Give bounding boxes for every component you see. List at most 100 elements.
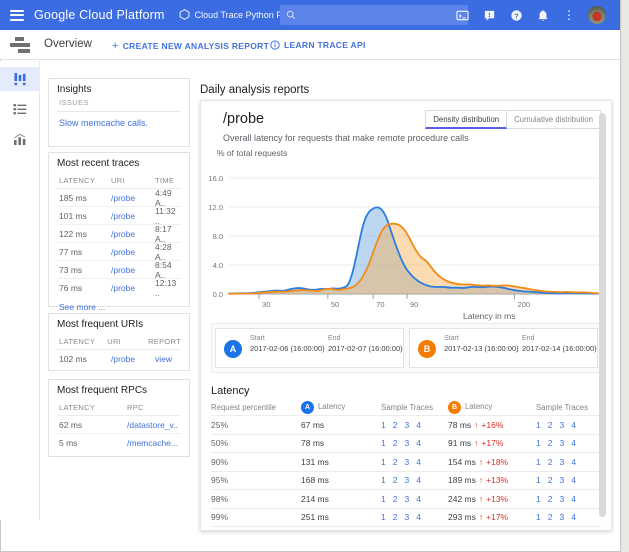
latency-section-title: Latency (211, 385, 250, 397)
up-arrow-icon: ↑ (478, 475, 484, 486)
sample-trace-link[interactable]: 2 (548, 438, 553, 448)
sample-trace-links[interactable]: 1234 (536, 512, 601, 522)
see-more-link[interactable]: See more ... (57, 297, 181, 313)
sample-trace-link[interactable]: 3 (559, 475, 564, 485)
sample-trace-link[interactable]: 3 (559, 512, 564, 522)
sample-trace-link[interactable]: 4 (416, 512, 421, 522)
sample-trace-link[interactable]: 3 (404, 457, 409, 467)
notifications-icon[interactable] (536, 8, 550, 22)
trace-uri-link[interactable]: /probe (111, 211, 155, 221)
start-value: 2017-02-06 (16:00:00) (250, 344, 325, 353)
trace-uri-link[interactable]: /probe (111, 265, 155, 275)
sample-trace-link[interactable]: 3 (404, 494, 409, 504)
sample-trace-link[interactable]: 2 (548, 457, 553, 467)
nav-trace-list-icon[interactable] (0, 97, 40, 121)
sample-trace-link[interactable]: 3 (559, 494, 564, 504)
sample-trace-links[interactable]: 1234 (536, 475, 601, 485)
avatar[interactable] (588, 6, 606, 24)
sample-trace-link[interactable]: 3 (404, 512, 409, 522)
sample-trace-link[interactable]: 4 (416, 438, 421, 448)
sample-trace-links[interactable]: 1234 (536, 457, 601, 467)
sample-trace-links[interactable]: 1234 (381, 420, 448, 430)
insight-link[interactable]: Slow memcache calls. (57, 112, 181, 128)
sample-trace-link[interactable]: 2 (393, 420, 398, 430)
sample-trace-links[interactable]: 1234 (536, 438, 601, 448)
menu-icon[interactable] (0, 9, 34, 21)
sample-trace-link[interactable]: 4 (416, 420, 421, 430)
sample-trace-link[interactable]: 1 (381, 420, 386, 430)
table-row: 102 ms /probe view (57, 350, 181, 368)
card-title: Most recent traces (57, 158, 140, 169)
insights-card: Insights ISSUES Slow memcache calls. (48, 78, 190, 147)
sample-trace-link[interactable]: 2 (548, 420, 553, 430)
sample-trace-link[interactable]: 3 (559, 420, 564, 430)
sample-trace-link[interactable]: 1 (381, 475, 386, 485)
search-input[interactable] (301, 10, 462, 20)
view-report-link[interactable]: view (155, 354, 181, 364)
sample-trace-link[interactable]: 1 (381, 512, 386, 522)
sample-trace-link[interactable]: 2 (393, 512, 398, 522)
sample-trace-link[interactable]: 3 (404, 438, 409, 448)
sample-trace-link[interactable]: 2 (548, 475, 553, 485)
sample-trace-links[interactable]: 1234 (381, 494, 448, 504)
tab-cumulative-distribution[interactable]: Cumulative distribution (507, 110, 601, 129)
help-icon[interactable]: ? (509, 8, 523, 22)
learn-trace-api-button[interactable]: LEARN TRACE API (270, 40, 366, 50)
trace-uri-link[interactable]: /probe (111, 193, 155, 203)
more-options-icon[interactable]: ⋮ (563, 9, 575, 21)
sample-trace-link[interactable]: 2 (548, 512, 553, 522)
sample-trace-link[interactable]: 1 (536, 494, 541, 504)
sample-trace-link[interactable]: 3 (404, 420, 409, 430)
sample-trace-link[interactable]: 4 (571, 475, 576, 485)
tab-density-distribution[interactable]: Density distribution (425, 110, 508, 129)
sample-trace-link[interactable]: 3 (559, 438, 564, 448)
sample-trace-link[interactable]: 1 (536, 475, 541, 485)
sample-trace-link[interactable]: 1 (381, 494, 386, 504)
sample-trace-link[interactable]: 4 (571, 494, 576, 504)
sample-trace-link[interactable]: 4 (571, 438, 576, 448)
sample-trace-link[interactable]: 4 (416, 457, 421, 467)
card-title: Insights (57, 84, 92, 95)
sample-trace-link[interactable]: 3 (404, 475, 409, 485)
feedback-icon[interactable] (482, 8, 496, 22)
sample-trace-links[interactable]: 1234 (381, 475, 448, 485)
sample-trace-link[interactable]: 1 (536, 420, 541, 430)
sample-trace-link[interactable]: 4 (416, 475, 421, 485)
latency-row: 25% 67 ms 1234 78 ms ↑ +16% 1234 (211, 416, 601, 435)
sample-trace-link[interactable]: 2 (393, 475, 398, 485)
latency-row: 98% 214 ms 1234 242 ms ↑ +13% 1234 (211, 490, 601, 509)
sample-trace-link[interactable]: 2 (393, 457, 398, 467)
sample-trace-link[interactable]: 4 (571, 512, 576, 522)
trace-uri-link[interactable]: /probe (111, 229, 155, 239)
sample-trace-links[interactable]: 1234 (536, 420, 601, 430)
sample-trace-links[interactable]: 1234 (381, 438, 448, 448)
cloud-shell-icon[interactable] (455, 8, 469, 22)
latency-row: 90% 131 ms 1234 154 ms ↑ +18% 1234 (211, 453, 601, 472)
sample-trace-link[interactable]: 4 (571, 420, 576, 430)
sample-trace-link[interactable]: 1 (536, 438, 541, 448)
trace-uri-link[interactable]: /probe (111, 247, 155, 257)
uri-link[interactable]: /probe (111, 354, 155, 364)
sample-trace-link[interactable]: 1 (536, 457, 541, 467)
sample-trace-link[interactable]: 1 (381, 457, 386, 467)
nav-overview-icon[interactable] (0, 67, 40, 91)
rpc-link[interactable]: /memcache... (127, 438, 181, 448)
sample-trace-link[interactable]: 4 (571, 457, 576, 467)
svg-text:12.0: 12.0 (208, 203, 223, 212)
sample-trace-link[interactable]: 1 (381, 438, 386, 448)
sample-trace-links[interactable]: 1234 (381, 512, 448, 522)
sample-trace-link[interactable]: 2 (393, 494, 398, 504)
trace-uri-link[interactable]: /probe (111, 283, 155, 293)
sample-trace-link[interactable]: 2 (393, 438, 398, 448)
sample-trace-links[interactable]: 1234 (536, 494, 601, 504)
sample-trace-links[interactable]: 1234 (381, 457, 448, 467)
search-bar[interactable] (280, 5, 468, 25)
rpc-link[interactable]: /datastore_v.. (127, 420, 181, 430)
sample-trace-link[interactable]: 4 (416, 494, 421, 504)
sample-trace-link[interactable]: 3 (559, 457, 564, 467)
card-scrollbar[interactable] (599, 113, 606, 517)
create-report-button[interactable]: + CREATE NEW ANALYSIS REPORT (112, 40, 269, 52)
sample-trace-link[interactable]: 1 (536, 512, 541, 522)
nav-analysis-reports-icon[interactable] (0, 127, 40, 151)
sample-trace-link[interactable]: 2 (548, 494, 553, 504)
